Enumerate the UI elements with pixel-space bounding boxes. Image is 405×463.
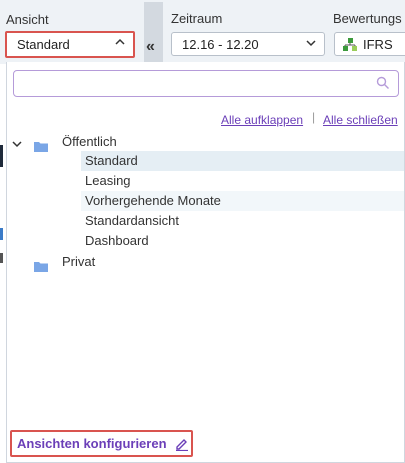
double-chevron-left-icon: « (146, 38, 155, 55)
zeitraum-select-value: 12.16 - 12.20 (182, 37, 259, 52)
view-item-leasing[interactable]: Leasing (81, 171, 404, 191)
tree-group-oeffentlich[interactable]: Öffentlich (62, 134, 117, 149)
background-fragment (0, 145, 3, 167)
ansicht-select[interactable]: Standard (5, 31, 135, 58)
view-item-standard[interactable]: Standard (81, 151, 404, 171)
pencil-icon (175, 437, 189, 452)
link-separator: | (312, 110, 316, 124)
folder-icon (34, 139, 48, 152)
chevron-down-icon[interactable] (11, 137, 23, 149)
view-item-dashboard[interactable]: Dashboard (81, 231, 404, 251)
ansicht-select-value: Standard (17, 37, 70, 52)
search-input[interactable] (13, 70, 399, 97)
tree-structure-icon (343, 38, 357, 52)
background-fragment (0, 228, 3, 240)
bewertung-select-value: IFRS (363, 37, 393, 52)
zeitraum-select[interactable]: 12.16 - 12.20 (171, 32, 325, 56)
configure-views-button[interactable]: Ansichten konfigurieren (10, 430, 193, 457)
chevron-up-icon (115, 36, 125, 50)
zeitraum-label: Zeitraum (171, 11, 223, 26)
bewertung-select[interactable]: IFRS (334, 32, 405, 56)
ansicht-dropdown-panel: Alle aufklappen | Alle schließen Öffentl… (6, 62, 405, 463)
folder-icon (34, 259, 48, 272)
expand-all-link[interactable]: Alle aufklappen (221, 113, 303, 127)
view-item-standardansicht[interactable]: Standardansicht (81, 211, 404, 231)
configure-views-label: Ansichten konfigurieren (17, 436, 167, 451)
collapse-all-link[interactable]: Alle schließen (323, 113, 398, 127)
ansicht-label: Ansicht (6, 12, 49, 27)
bewertung-label: Bewertungs (333, 11, 402, 26)
view-item-vorhergehende-monate[interactable]: Vorhergehende Monate (81, 191, 404, 211)
tree-group-privat[interactable]: Privat (62, 254, 95, 269)
search-icon[interactable] (376, 76, 390, 90)
chevron-down-icon (306, 37, 316, 51)
background-fragment (0, 253, 3, 263)
